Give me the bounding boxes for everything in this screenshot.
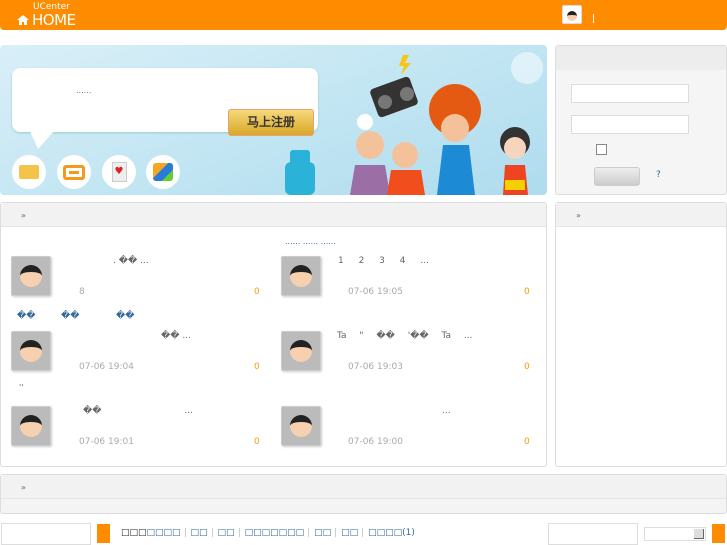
side-title: » bbox=[576, 211, 581, 220]
password-input[interactable] bbox=[571, 115, 689, 134]
login-panel: ? bbox=[555, 45, 727, 195]
footer-link[interactable]: □□□□ bbox=[368, 528, 402, 538]
footer-link[interactable]: □□□□ bbox=[147, 528, 181, 538]
avatar[interactable] bbox=[11, 406, 51, 446]
footer-link[interactable]: □□ bbox=[218, 528, 235, 538]
bubble-tail bbox=[30, 131, 54, 149]
footer-input[interactable] bbox=[548, 523, 638, 545]
user-avatar[interactable] bbox=[562, 5, 582, 24]
footer-count: (1) bbox=[402, 528, 415, 538]
login-button[interactable] bbox=[594, 167, 640, 186]
feed-panel: » ...... ...... ...... . �� ... 8 0 1 2 … bbox=[0, 202, 547, 467]
avatar[interactable] bbox=[281, 331, 321, 371]
forgot-password-link[interactable]: ? bbox=[656, 170, 661, 180]
feed-meta: 07-06 19:03 bbox=[348, 362, 403, 372]
home-icon[interactable] bbox=[17, 14, 29, 26]
feed-text[interactable]: 1 2 3 4 ... bbox=[338, 256, 429, 266]
footer-search-input[interactable] bbox=[1, 523, 91, 545]
avatar[interactable] bbox=[11, 331, 51, 371]
comment-count[interactable]: 0 bbox=[254, 287, 260, 297]
footer-link[interactable]: □□□□□□□ bbox=[245, 528, 305, 538]
feed-title: » bbox=[21, 211, 26, 220]
feed-tab[interactable]: ...... bbox=[285, 237, 300, 246]
footer-prefix: □□□ bbox=[121, 528, 147, 538]
card-icon[interactable]: ♥ bbox=[102, 155, 136, 189]
avatar[interactable] bbox=[281, 256, 321, 296]
feed-panel-header: » bbox=[1, 203, 546, 227]
footer-link[interactable]: □□ bbox=[314, 528, 331, 538]
feed-tabs: ...... ...... ...... bbox=[285, 237, 336, 246]
footer-link[interactable]: □□ bbox=[191, 528, 208, 538]
feed-link[interactable]: �� bbox=[17, 311, 35, 321]
footer-go-button[interactable] bbox=[712, 524, 725, 543]
feed-tab[interactable]: ...... bbox=[303, 237, 318, 246]
feed-tab[interactable]: ...... bbox=[321, 237, 336, 246]
footer-select[interactable] bbox=[644, 527, 706, 541]
footer-link[interactable]: □□ bbox=[341, 528, 358, 538]
header-separator bbox=[593, 14, 594, 23]
comment-count[interactable]: 0 bbox=[254, 437, 260, 447]
footer-links: □□□□□□□ □□ □□ □□□□□□□ □□ □□ □□□□(1) bbox=[121, 528, 415, 538]
feed-link[interactable]: �� bbox=[61, 311, 79, 321]
feed-meta: 8 bbox=[79, 287, 85, 297]
feed-link[interactable]: �� bbox=[116, 311, 134, 321]
side-panel: » bbox=[555, 202, 727, 467]
quote-mark: '' bbox=[19, 383, 24, 392]
bottom-title: » bbox=[21, 483, 26, 492]
feed-meta: 07-06 19:00 bbox=[348, 437, 403, 447]
cartoon-characters-illustration bbox=[285, 52, 543, 195]
feed-text[interactable]: ... bbox=[442, 406, 451, 416]
top-header: UCenter HOME bbox=[0, 0, 727, 30]
feed-text[interactable]: Ta " �� '�� Ta ... bbox=[337, 331, 472, 341]
comment-count[interactable]: 0 bbox=[524, 437, 530, 447]
welcome-banner: ...... 马上注册 ♥ bbox=[0, 45, 547, 195]
feed-text[interactable]: . �� ... bbox=[113, 256, 149, 266]
feed-meta: 07-06 19:01 bbox=[79, 437, 134, 447]
footer-search-button[interactable] bbox=[97, 524, 110, 543]
feed-text[interactable]: �� ... bbox=[83, 406, 193, 416]
camera-icon[interactable] bbox=[57, 155, 91, 189]
feed-text[interactable]: �� ... bbox=[161, 331, 191, 341]
chevron-down-icon[interactable] bbox=[694, 529, 704, 539]
feed-meta: 07-06 19:05 bbox=[348, 287, 403, 297]
users-icon[interactable] bbox=[146, 155, 180, 189]
bottom-panel: » bbox=[0, 474, 727, 514]
bottom-panel-header: » bbox=[1, 475, 726, 499]
side-panel-header: » bbox=[556, 203, 726, 227]
avatar[interactable] bbox=[11, 256, 51, 296]
comment-count[interactable]: 0 bbox=[524, 362, 530, 372]
remember-checkbox[interactable] bbox=[596, 144, 607, 155]
avatar[interactable] bbox=[281, 406, 321, 446]
brand-home-link[interactable]: HOME bbox=[32, 11, 76, 29]
comment-count[interactable]: 0 bbox=[524, 287, 530, 297]
username-input[interactable] bbox=[571, 84, 689, 103]
bubble-text: ...... bbox=[76, 86, 92, 95]
message-icon[interactable] bbox=[12, 155, 46, 189]
comment-count[interactable]: 0 bbox=[254, 362, 260, 372]
feed-meta: 07-06 19:04 bbox=[79, 362, 134, 372]
login-panel-header bbox=[556, 46, 726, 70]
